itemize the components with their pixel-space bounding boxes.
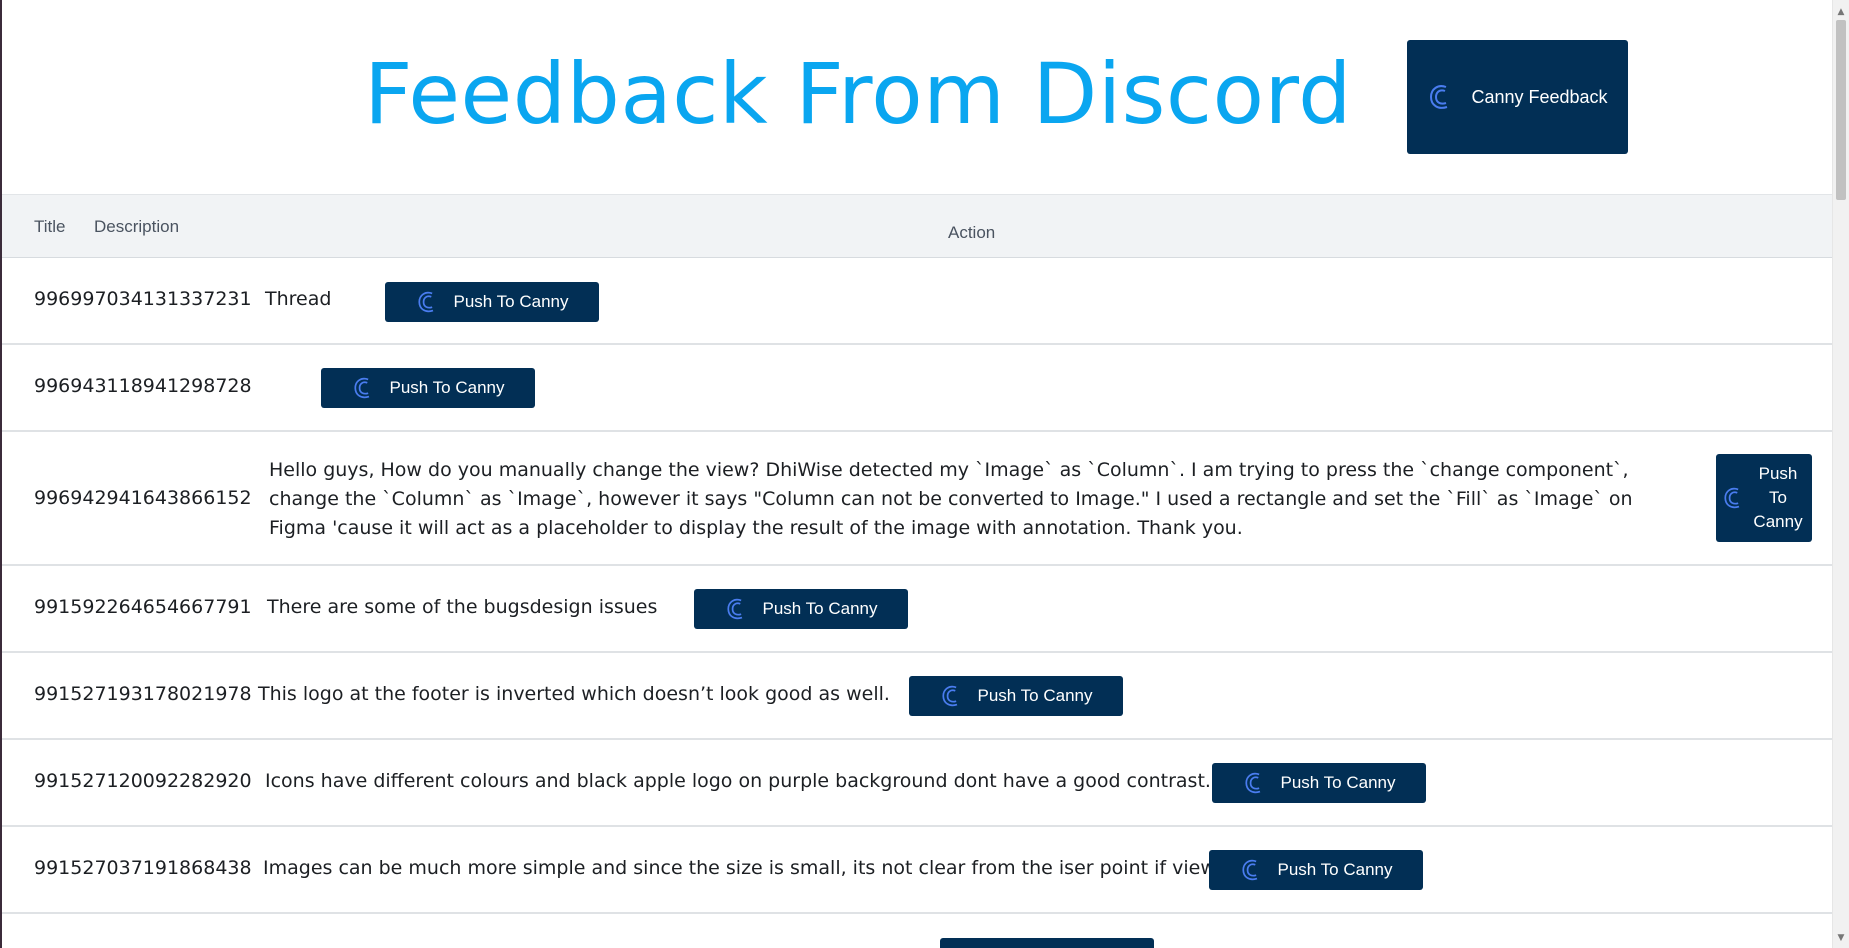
push-to-canny-button[interactable]: Push To Canny bbox=[1212, 763, 1426, 803]
scroll-up-arrow-icon[interactable]: ▲ bbox=[1833, 4, 1849, 20]
push-button-label: Push To Canny bbox=[1280, 773, 1396, 792]
page: Feedback From Discord Canny Feedback Tit… bbox=[0, 0, 1849, 948]
canny-logo-icon bbox=[1243, 771, 1265, 795]
row-title: 991527120092282920 bbox=[34, 770, 252, 792]
canny-feedback-button[interactable]: Canny Feedback bbox=[1407, 40, 1628, 154]
row-description: Icons have different colours and black a… bbox=[265, 770, 1211, 792]
scroll-thumb[interactable] bbox=[1836, 20, 1846, 200]
push-to-canny-button[interactable]: Push To Canny bbox=[694, 589, 908, 629]
vertical-scrollbar[interactable]: ▲ ▼ bbox=[1832, 0, 1849, 948]
canny-logo-icon bbox=[352, 376, 374, 400]
table-row: 996943118941298728 Push To Canny bbox=[2, 345, 1834, 432]
table-row: 991527193178021978 This logo at the foot… bbox=[2, 653, 1834, 740]
row-description: There are some of the bugsdesign issues bbox=[267, 596, 658, 618]
push-button-label: Push To Canny bbox=[389, 378, 505, 397]
canny-logo-icon bbox=[416, 290, 438, 314]
canny-logo-icon bbox=[940, 684, 962, 708]
canny-logo-icon bbox=[1240, 858, 1262, 882]
table-row: 991592264654667791 There are some of the… bbox=[2, 566, 1834, 653]
row-title: 996997034131337231 bbox=[34, 288, 252, 310]
push-to-canny-button[interactable]: Push To Canny bbox=[909, 676, 1123, 716]
push-button-label: Push To Canny bbox=[453, 292, 569, 311]
push-to-canny-button[interactable] bbox=[940, 938, 1154, 948]
table-row bbox=[2, 914, 1834, 948]
table-row: 991527037191868438 Images can be much mo… bbox=[2, 827, 1834, 914]
push-to-canny-button[interactable]: Push To Canny bbox=[1716, 454, 1812, 542]
table-row: 996997034131337231 Thread Push To Canny bbox=[2, 258, 1834, 345]
column-header-action: Action bbox=[948, 223, 996, 242]
row-title: 991527037191868438 bbox=[34, 857, 252, 879]
column-header-description: Description bbox=[94, 217, 180, 236]
row-description: Hello guys, How do you manually change t… bbox=[269, 459, 1633, 539]
push-button-label: Push To Canny bbox=[1277, 860, 1393, 879]
table-header: Title Description Action bbox=[2, 194, 1834, 258]
row-title: 996943118941298728 bbox=[34, 375, 252, 397]
table-row: 991527120092282920 Icons have different … bbox=[2, 740, 1834, 827]
push-button-label: Push To Canny bbox=[1753, 464, 1803, 531]
row-description: Thread bbox=[265, 288, 332, 310]
table-row: 996942941643866152 Hello guys, How do yo… bbox=[2, 432, 1834, 566]
push-to-canny-button[interactable]: Push To Canny bbox=[1209, 850, 1423, 890]
header: Feedback From Discord Canny Feedback bbox=[2, 0, 1849, 194]
row-title: 991527193178021978 bbox=[34, 683, 252, 705]
row-description: This logo at the footer is inverted whic… bbox=[258, 683, 890, 705]
canny-logo-icon bbox=[1427, 83, 1453, 111]
push-to-canny-button[interactable]: Push To Canny bbox=[321, 368, 535, 408]
canny-feedback-label: Canny Feedback bbox=[1471, 86, 1608, 107]
table-body: 996997034131337231 Thread Push To Canny … bbox=[2, 258, 1834, 948]
canny-logo-icon bbox=[725, 597, 747, 621]
push-button-label: Push To Canny bbox=[977, 686, 1093, 705]
row-title: 996942941643866152 bbox=[34, 487, 252, 509]
canny-logo-icon bbox=[1722, 486, 1744, 510]
row-description: Images can be much more simple and since… bbox=[263, 857, 1216, 879]
column-header-title: Title bbox=[34, 217, 66, 236]
row-title: 991592264654667791 bbox=[34, 596, 252, 618]
push-to-canny-button[interactable]: Push To Canny bbox=[385, 282, 599, 322]
scroll-down-arrow-icon[interactable]: ▼ bbox=[1833, 930, 1849, 946]
push-button-label: Push To Canny bbox=[762, 599, 878, 618]
